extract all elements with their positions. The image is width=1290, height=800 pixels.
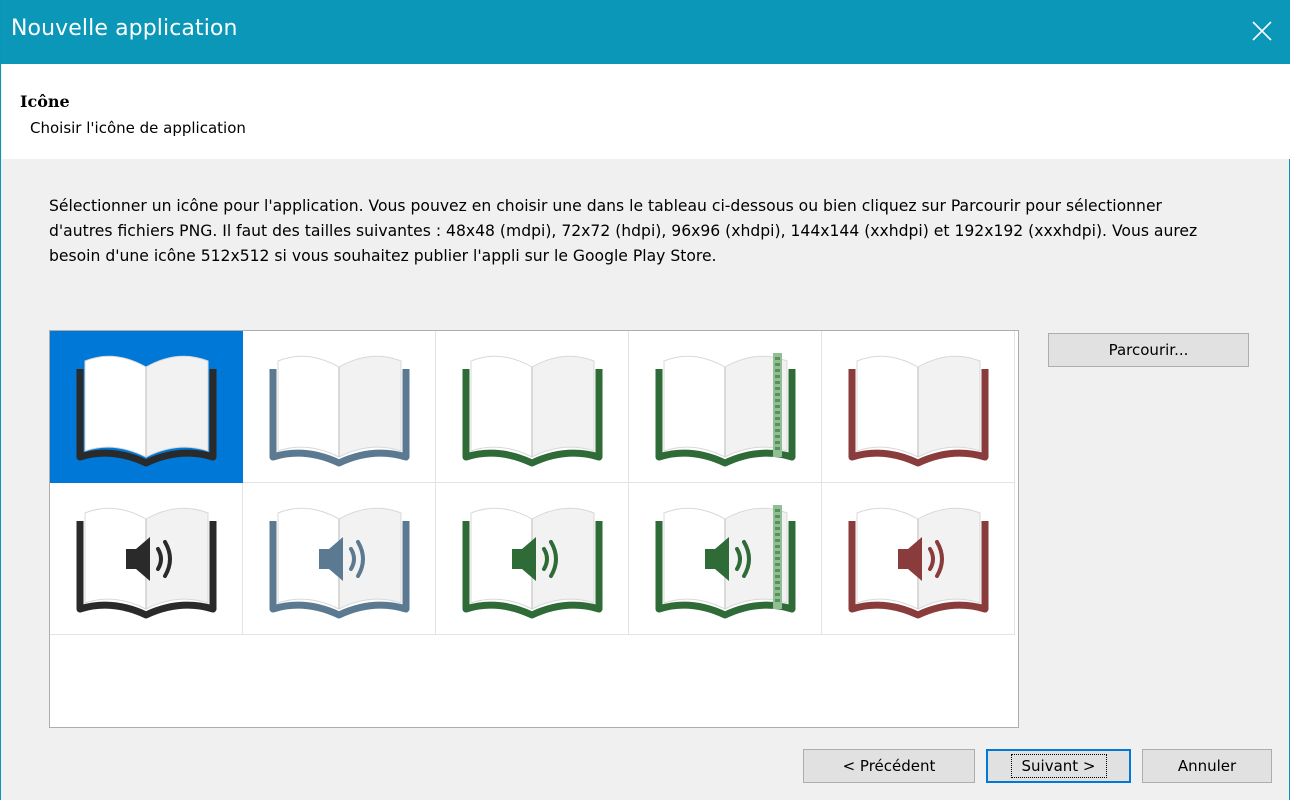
next-button-label: Suivant > [1010, 754, 1107, 778]
page-subtitle: Choisir l'icône de application [30, 119, 246, 137]
next-button[interactable]: Suivant > [986, 749, 1131, 783]
audio-book-icon [846, 499, 991, 619]
book-icon [74, 347, 219, 467]
new-application-dialog: Nouvelle application Icône Choisir l'icô… [0, 0, 1290, 800]
book-icon [267, 347, 412, 467]
close-button[interactable] [1239, 8, 1285, 54]
page-title: Icône [20, 92, 70, 111]
wizard-header: Icône Choisir l'icône de application [2, 64, 1290, 159]
icon-option[interactable] [243, 331, 436, 483]
icon-option[interactable] [822, 483, 1015, 635]
previous-button[interactable]: < Précédent [803, 749, 975, 783]
audio-book-icon [653, 499, 798, 619]
browse-button[interactable]: Parcourir... [1048, 333, 1249, 367]
icon-option[interactable] [50, 331, 243, 483]
book-icon [460, 347, 605, 467]
book-icon [846, 347, 991, 467]
instructions-text: Sélectionner un icône pour l'application… [49, 197, 1198, 265]
window-title: Nouvelle application [11, 16, 238, 41]
icon-option[interactable] [243, 483, 436, 635]
icon-option[interactable] [629, 331, 822, 483]
audio-book-icon [460, 499, 605, 619]
cancel-button[interactable]: Annuler [1142, 749, 1272, 783]
icon-option[interactable] [50, 483, 243, 635]
close-icon [1252, 21, 1272, 41]
icon-grid [49, 330, 1019, 728]
icon-option[interactable] [822, 331, 1015, 483]
audio-book-icon [74, 499, 219, 619]
title-bar: Nouvelle application [1, 0, 1290, 64]
icon-option[interactable] [436, 331, 629, 483]
book-icon [653, 347, 798, 467]
icon-option[interactable] [436, 483, 629, 635]
audio-book-icon [267, 499, 412, 619]
icon-option[interactable] [629, 483, 822, 635]
